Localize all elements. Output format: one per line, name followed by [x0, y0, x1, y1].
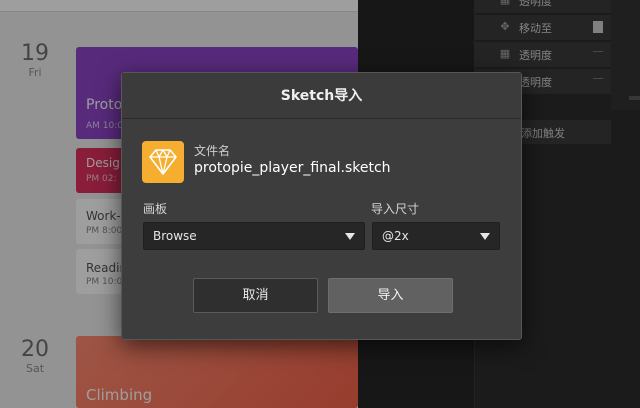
- import-button[interactable]: 导入: [328, 278, 453, 313]
- file-name-value: protopie_player_final.sketch: [194, 160, 391, 176]
- import-size-select[interactable]: @2x: [372, 222, 500, 250]
- import-size-label: 导入尺寸: [371, 202, 420, 216]
- sketch-file-icon: [142, 141, 184, 183]
- chevron-down-icon: [480, 233, 490, 240]
- chevron-down-icon: [345, 233, 355, 240]
- sketch-import-dialog: Sketch导入 文件名 protopie_player_final.sketc…: [121, 72, 522, 340]
- artboard-label: 画板: [143, 202, 168, 216]
- artboard-select-value: Browse: [153, 229, 197, 243]
- app-window: 19 Fri Proto AM 10:0 Design PM 02: Work-…: [0, 0, 640, 408]
- artboard-select[interactable]: Browse: [143, 222, 365, 250]
- file-name-label: 文件名: [194, 144, 231, 158]
- cancel-button[interactable]: 取消: [193, 278, 318, 313]
- diamond-icon: [149, 149, 177, 175]
- import-size-select-value: @2x: [382, 229, 409, 243]
- dialog-title: Sketch导入: [122, 73, 521, 119]
